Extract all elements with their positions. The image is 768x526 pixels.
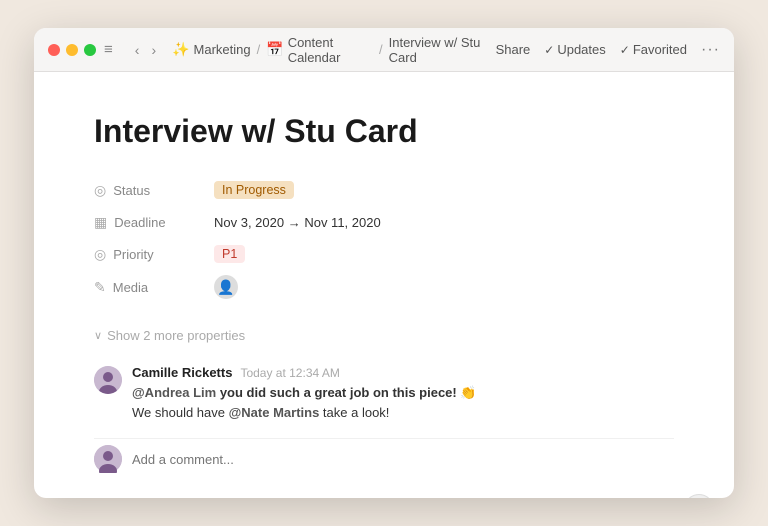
page-content: Interview w/ Stu Card ◎ Status In Progre…	[34, 72, 734, 498]
close-button[interactable]	[48, 44, 60, 56]
comment-item: Camille Ricketts Today at 12:34 AM @Andr…	[94, 365, 674, 422]
more-options-button[interactable]: ···	[701, 41, 720, 59]
breadcrumb-item-marketing[interactable]: ✨ Marketing	[172, 41, 251, 58]
share-label: Share	[496, 42, 531, 57]
comment-author-name: Camille Ricketts	[132, 365, 232, 380]
comment-author-avatar	[94, 366, 122, 394]
property-value-priority[interactable]: P1	[214, 245, 245, 263]
show-more-properties-button[interactable]: ∨ Show 2 more properties	[94, 324, 245, 347]
property-label-status: ◎ Status	[94, 182, 214, 199]
breadcrumb-item-current: Interview w/ Stu Card	[389, 35, 496, 65]
property-value-status[interactable]: In Progress	[214, 181, 294, 199]
status-icon: ◎	[94, 182, 106, 199]
breadcrumb-label-marketing: Marketing	[194, 42, 251, 57]
breadcrumb-separator-2: /	[379, 42, 383, 57]
nav-buttons: ‹ ›	[131, 40, 160, 60]
calendar-property-icon: ▦	[94, 214, 107, 231]
back-button[interactable]: ‹	[131, 40, 144, 60]
sparkle-icon: ✨	[172, 41, 189, 58]
priority-icon: ◎	[94, 246, 106, 263]
avatar-icon: 👤	[217, 279, 234, 296]
comment-plain-text: We should have	[132, 405, 229, 420]
traffic-lights	[48, 44, 96, 56]
property-row-status: ◎ Status In Progress	[94, 174, 674, 206]
property-label-priority: ◎ Priority	[94, 246, 214, 263]
property-value-deadline[interactable]: Nov 3, 2020 → Nov 11, 2020	[214, 215, 381, 230]
updates-button[interactable]: ✓ Updates	[544, 42, 605, 57]
breadcrumb-separator-1: /	[257, 42, 261, 57]
property-row-media: ✎ Media 👤	[94, 270, 674, 304]
backlinks-icon: ↗	[94, 497, 106, 498]
property-row-priority: ◎ Priority P1	[94, 238, 674, 270]
check-icon: ✓	[544, 43, 554, 57]
menu-button[interactable]: ≡	[100, 39, 117, 60]
mention-nate: @Nate Martins	[229, 405, 320, 420]
favorited-button[interactable]: ✓ Favorited	[620, 42, 687, 57]
titlebar: ≡ ‹ › ✨ Marketing / 📅 Content Calendar /…	[34, 28, 734, 72]
maximize-button[interactable]	[84, 44, 96, 56]
titlebar-right: Share ✓ Updates ✓ Favorited ···	[496, 41, 720, 59]
favorited-label: Favorited	[633, 42, 687, 57]
property-label-deadline: ▦ Deadline	[94, 214, 214, 231]
forward-button[interactable]: ›	[147, 40, 160, 60]
mention-andrea: @Andrea Lim	[132, 385, 216, 400]
breadcrumb-label-content-calendar: Content Calendar	[288, 35, 373, 65]
breadcrumb-label-current: Interview w/ Stu Card	[389, 35, 496, 65]
app-window: ≡ ‹ › ✨ Marketing / 📅 Content Calendar /…	[34, 28, 734, 498]
comment-body: Camille Ricketts Today at 12:34 AM @Andr…	[132, 365, 674, 422]
current-user-avatar	[94, 445, 122, 473]
calendar-icon: 📅	[266, 41, 283, 58]
chevron-down-icon: ∨	[94, 329, 102, 342]
add-comment-row	[94, 438, 674, 479]
comment-plain-text-2: take a look!	[319, 405, 389, 420]
minimize-button[interactable]	[66, 44, 78, 56]
property-label-media: ✎ Media	[94, 279, 214, 296]
priority-badge[interactable]: P1	[214, 245, 245, 263]
property-value-media[interactable]: 👤	[214, 275, 238, 299]
add-comment-input[interactable]	[132, 452, 674, 467]
status-badge[interactable]: In Progress	[214, 181, 294, 199]
comments-section: Camille Ricketts Today at 12:34 AM @Andr…	[94, 365, 674, 422]
content-wrapper: Interview w/ Stu Card ◎ Status In Progre…	[34, 72, 734, 498]
comment-bold-text: you did such a great job on this piece! …	[216, 385, 476, 400]
media-icon: ✎	[94, 279, 106, 296]
breadcrumb: ✨ Marketing / 📅 Content Calendar / Inter…	[172, 35, 495, 65]
avatar: 👤	[214, 275, 238, 299]
backlinks-section[interactable]: ↗ 2 backlinks	[94, 497, 674, 498]
comment-timestamp: Today at 12:34 AM	[240, 366, 339, 380]
current-user-avatar-image	[94, 445, 122, 473]
breadcrumb-item-content-calendar[interactable]: 📅 Content Calendar	[266, 35, 373, 65]
comment-text: @Andrea Lim you did such a great job on …	[132, 383, 674, 422]
property-row-deadline: ▦ Deadline Nov 3, 2020 → Nov 11, 2020	[94, 206, 674, 238]
avatar-image	[94, 366, 122, 394]
page-title: Interview w/ Stu Card	[94, 112, 674, 150]
comment-header: Camille Ricketts Today at 12:34 AM	[132, 365, 674, 380]
updates-label: Updates	[557, 42, 605, 57]
properties-section: ◎ Status In Progress ▦ Deadline Nov 3, 2…	[94, 174, 674, 304]
show-more-label: Show 2 more properties	[107, 328, 245, 343]
share-button[interactable]: Share	[496, 42, 531, 57]
check-icon-2: ✓	[620, 43, 630, 57]
